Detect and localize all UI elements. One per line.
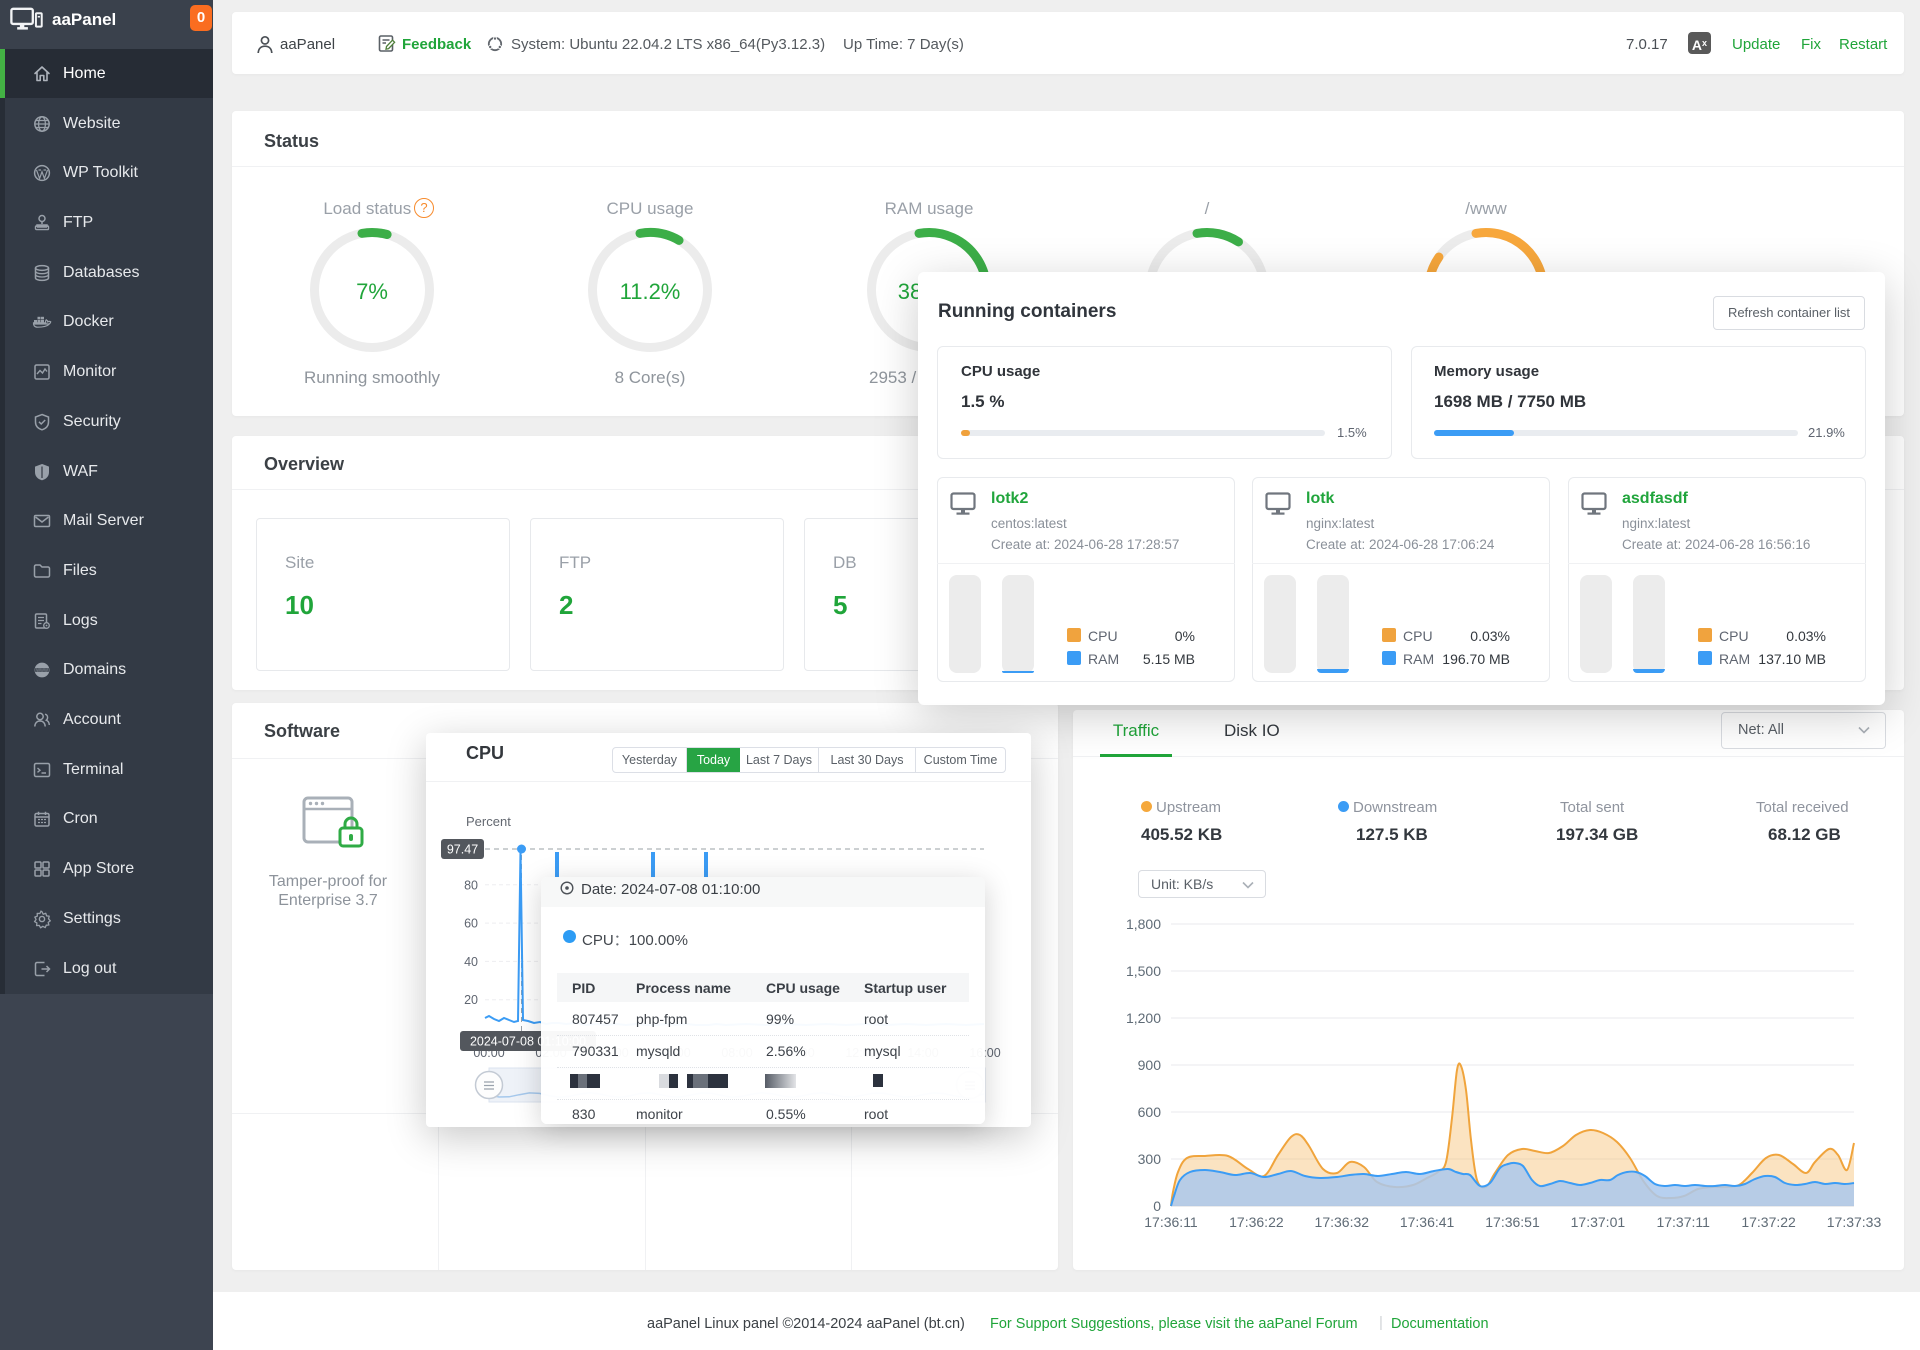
svg-text:0: 0 [1153,1198,1161,1214]
svg-text:17:36:41: 17:36:41 [1400,1214,1455,1230]
svg-text:300: 300 [1138,1151,1162,1167]
svg-text:17:36:11: 17:36:11 [1144,1214,1198,1230]
svg-text:17:37:22: 17:37:22 [1741,1214,1796,1230]
svg-text:1,200: 1,200 [1126,1010,1161,1026]
svg-text:97.47: 97.47 [447,843,478,857]
svg-text:600: 600 [1138,1104,1162,1120]
svg-text:1,500: 1,500 [1126,963,1161,979]
svg-text:17:37:01: 17:37:01 [1571,1214,1626,1230]
svg-text:60: 60 [464,917,478,931]
svg-text:17:37:33: 17:37:33 [1827,1214,1882,1230]
svg-text:20: 20 [464,993,478,1007]
svg-text:17:36:22: 17:36:22 [1229,1214,1284,1230]
svg-text:Percent: Percent [466,814,511,829]
svg-text:80: 80 [464,878,478,892]
svg-text:40: 40 [464,955,478,969]
svg-text:WWW: WWW [36,668,48,673]
svg-text:17:37:11: 17:37:11 [1656,1214,1710,1230]
svg-text:1,800: 1,800 [1126,916,1161,932]
svg-text:900: 900 [1138,1057,1162,1073]
svg-text:17:36:32: 17:36:32 [1315,1214,1370,1230]
svg-text:17:36:51: 17:36:51 [1485,1214,1540,1230]
